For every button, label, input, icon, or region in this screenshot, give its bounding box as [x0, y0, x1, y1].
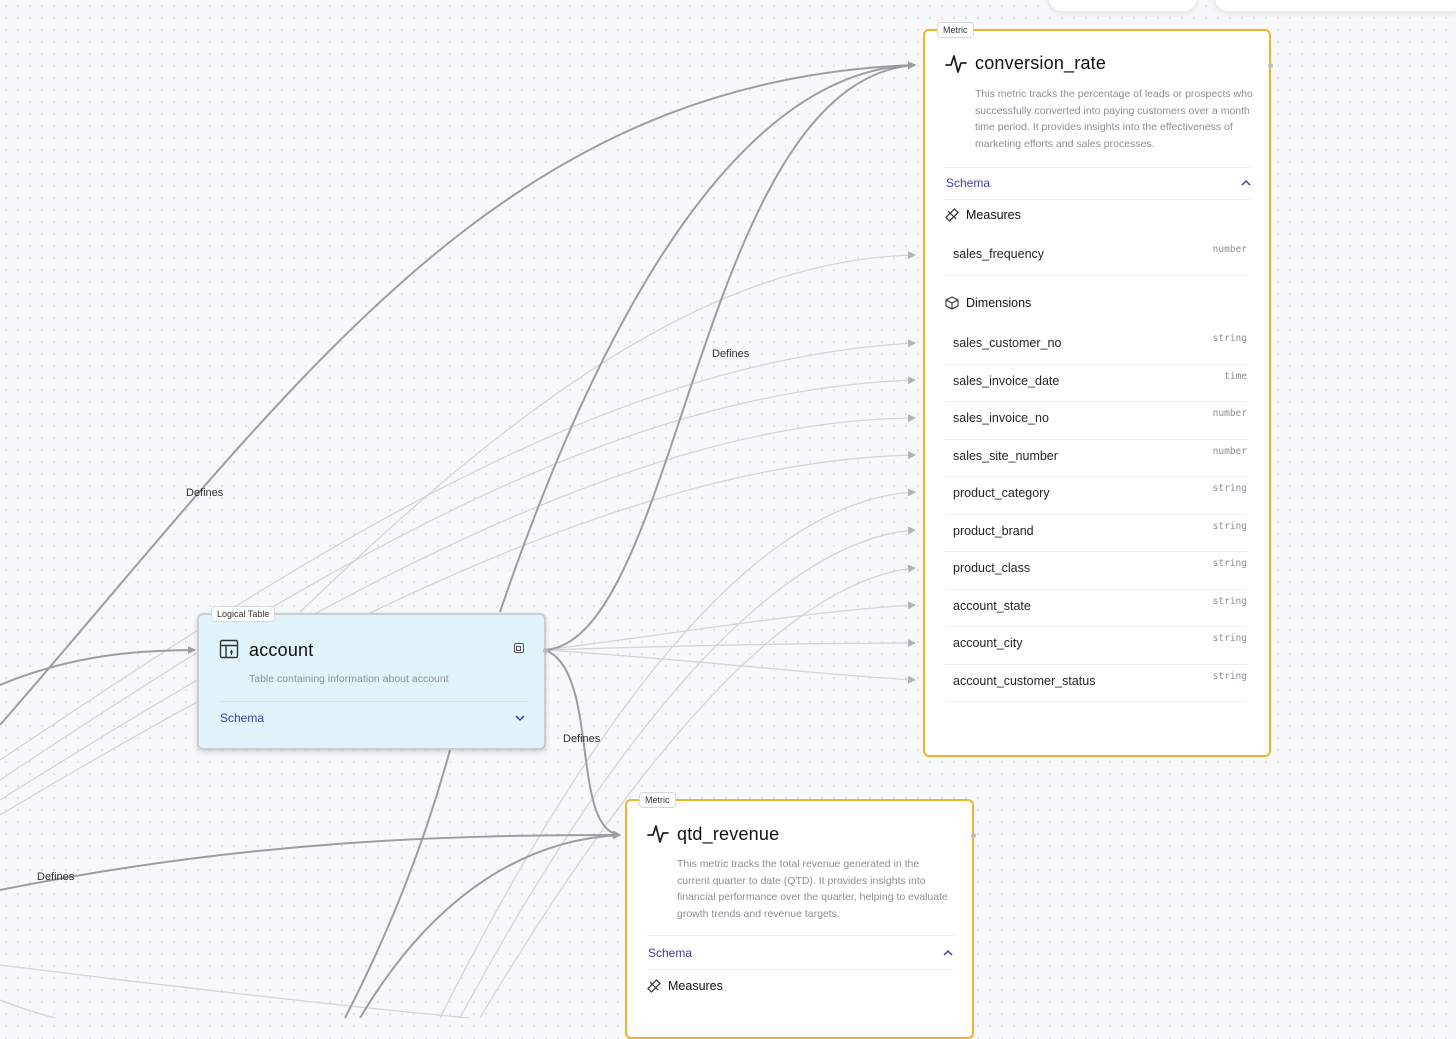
field-name: account_city — [953, 636, 1023, 650]
node-title: qtd_revenue — [677, 824, 780, 844]
field-name: product_class — [953, 561, 1031, 575]
field-name: sales_site_number — [953, 448, 1058, 463]
edge[interactable] — [299, 251, 916, 613]
edge-label: Defines — [563, 733, 601, 745]
schema-toggle[interactable]: Schema — [648, 944, 954, 962]
node-handle[interactable] — [543, 648, 548, 653]
edge[interactable] — [0, 964, 471, 1018]
edge[interactable] — [544, 639, 916, 651]
divider — [945, 167, 1251, 168]
metric-node-qtd-revenue[interactable]: Metric qtd_revenue This metric tracks th… — [625, 792, 974, 1039]
copy-icon[interactable] — [513, 642, 525, 654]
measures-label: Measures — [966, 208, 1021, 222]
field-name: sales_invoice_date — [953, 373, 1060, 388]
chevron-up-icon — [943, 949, 953, 956]
divider — [945, 199, 1251, 200]
field-type: string — [1212, 670, 1247, 682]
schema-label: Schema — [648, 946, 693, 960]
edge[interactable] — [544, 649, 916, 684]
node-type-tag: Logical Table — [211, 606, 276, 622]
edge[interactable] — [0, 999, 56, 1018]
field-type: string — [1212, 595, 1247, 607]
measures-header: Measures — [945, 208, 1021, 222]
node-title: conversion_rate — [975, 53, 1107, 73]
field-name: account_customer_status — [953, 673, 1096, 688]
dimensions-label: Dimensions — [966, 296, 1032, 310]
node-handle[interactable] — [971, 833, 976, 838]
activity-icon — [945, 55, 967, 73]
node-type-tag: Metric — [937, 22, 974, 38]
ruler-icon — [647, 979, 661, 993]
schema-field-row[interactable]: account_city string — [945, 627, 1247, 665]
chevron-up-icon — [1241, 179, 1251, 186]
field-name: sales_frequency — [953, 247, 1045, 261]
schema-field-row[interactable]: product_brand string — [945, 515, 1247, 552]
divider — [647, 969, 955, 970]
edge-label: Defines — [712, 348, 750, 360]
ruler-icon — [945, 208, 959, 222]
field-type: string — [1212, 333, 1247, 344]
field-name: product_brand — [953, 523, 1034, 538]
field-name: account_state — [953, 598, 1031, 613]
field-type: number — [1212, 408, 1247, 419]
table-icon — [219, 639, 239, 659]
metric-node-conversion-rate[interactable]: Metric conversion_rate This metric track… — [923, 22, 1271, 757]
edge-label: Defines — [37, 871, 75, 883]
edge-label: Defines — [186, 487, 224, 499]
logical-table-node-account[interactable]: Logical Table account Table containing i… — [197, 606, 546, 750]
edge[interactable] — [344, 749, 451, 1018]
field-name: sales_customer_no — [953, 336, 1062, 350]
cube-icon — [945, 296, 959, 310]
node-description: This metric tracks the total revenue gen… — [677, 858, 948, 920]
activity-icon — [647, 825, 669, 843]
offscreen-node[interactable] — [1048, 0, 1198, 12]
field-type: string — [1212, 633, 1247, 644]
field-name: sales_invoice_no — [953, 411, 1049, 425]
measures-header: Measures — [647, 979, 723, 993]
edge[interactable] — [0, 646, 196, 686]
schema-field-row[interactable]: sales_frequency number — [945, 238, 1247, 276]
schema-field-row[interactable]: account_customer_status string — [945, 665, 1247, 702]
divider — [219, 701, 527, 702]
node-title: account — [249, 640, 314, 660]
schema-label: Schema — [946, 176, 991, 190]
schema-field-row[interactable]: sales_invoice_no number — [945, 402, 1247, 440]
schema-field-row[interactable]: product_class string — [945, 552, 1247, 590]
schema-toggle[interactable]: Schema — [946, 174, 1252, 192]
field-type: time — [1224, 370, 1247, 382]
node-type-tag: Metric — [639, 792, 676, 808]
schema-field-row[interactable]: sales_site_number number — [945, 440, 1247, 477]
field-type: number — [1212, 445, 1247, 457]
edge[interactable] — [0, 831, 621, 891]
measures-label: Measures — [668, 979, 723, 993]
schema-field-row[interactable]: sales_invoice_date time — [945, 365, 1247, 402]
field-name: product_category — [953, 486, 1050, 500]
edge[interactable] — [359, 831, 621, 1018]
schema-field-row[interactable]: account_state string — [945, 590, 1247, 627]
node-description: Table containing information about accou… — [249, 673, 449, 685]
schema-label: Schema — [220, 711, 265, 725]
schema-field-row[interactable]: sales_customer_no string — [945, 327, 1247, 365]
schema-field-row[interactable]: product_category string — [945, 477, 1247, 515]
divider — [647, 935, 955, 936]
field-type: string — [1212, 483, 1247, 494]
field-type: string — [1212, 520, 1247, 532]
node-handle[interactable] — [1268, 63, 1273, 68]
dimensions-header: Dimensions — [945, 296, 1031, 310]
field-type: string — [1212, 558, 1247, 569]
node-description: This metric tracks the percentage of lea… — [975, 88, 1253, 150]
offscreen-node[interactable] — [1214, 0, 1456, 12]
chevron-down-icon — [515, 715, 525, 722]
field-type: number — [1212, 244, 1247, 255]
schema-toggle[interactable]: Schema — [220, 709, 526, 727]
